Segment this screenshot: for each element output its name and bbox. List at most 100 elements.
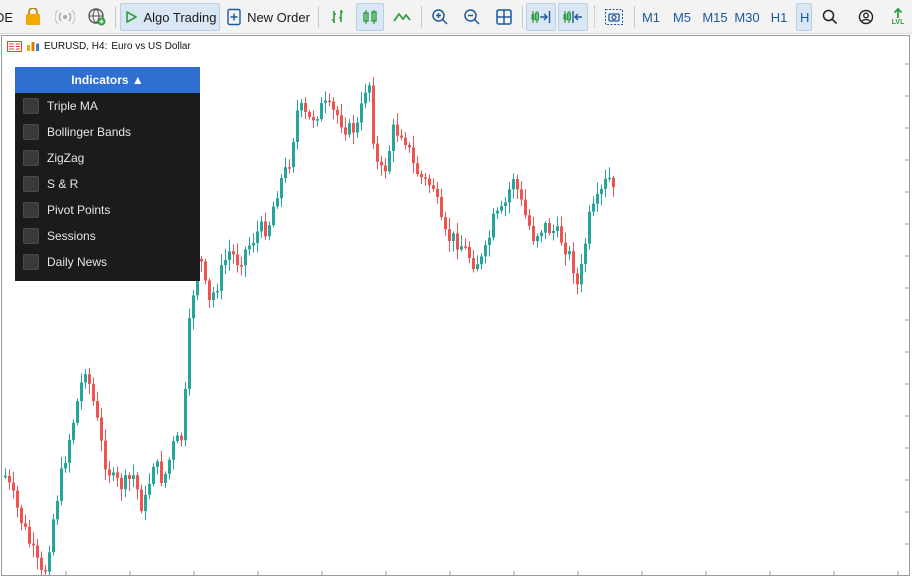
autoscroll-button[interactable] (526, 3, 556, 31)
screenshot-icon (605, 9, 623, 25)
timeframe-m15-button[interactable]: M15 (700, 3, 730, 31)
indicator-item-triple-ma[interactable]: Triple MA (15, 93, 200, 119)
checkbox[interactable] (23, 202, 39, 218)
candle-body (100, 417, 103, 441)
candle-body (304, 103, 307, 113)
indicator-item-sessions[interactable]: Sessions (15, 223, 200, 249)
line-chart-button[interactable] (388, 3, 416, 31)
timeframe-h1-button[interactable]: H1 (766, 3, 792, 31)
vps-button[interactable] (84, 3, 110, 31)
level-icon (893, 7, 903, 18)
candle-body (372, 85, 375, 144)
level-button[interactable]: LVL (886, 3, 910, 31)
signals-button[interactable] (52, 3, 78, 31)
candle-body (600, 188, 603, 195)
toolbar: DE Algo Trading New Order (0, 0, 912, 34)
candle-body (500, 206, 503, 211)
new-order-icon (227, 8, 241, 26)
candle-body (568, 251, 571, 255)
chart-area[interactable]: EURUSD, H4: Euro vs US Dollar Indicators… (1, 35, 910, 576)
checkbox[interactable] (23, 228, 39, 244)
play-icon (125, 11, 137, 23)
timeframe-h4-button[interactable]: H (796, 3, 812, 31)
candle-body (56, 500, 59, 520)
zoom-out-button[interactable] (458, 3, 486, 31)
candle-body (408, 144, 411, 148)
candle-body (276, 198, 279, 207)
checkbox[interactable] (23, 254, 39, 270)
line-chart-icon (393, 13, 411, 22)
screenshot-button[interactable] (600, 3, 628, 31)
indicator-item-zigzag[interactable]: ZigZag (15, 145, 200, 171)
zoom-in-button[interactable] (426, 3, 454, 31)
search-button[interactable] (818, 3, 842, 31)
grid-button[interactable] (490, 3, 518, 31)
indicator-label: Pivot Points (47, 203, 111, 217)
indicator-label: ZigZag (47, 151, 85, 165)
candle-body (512, 179, 515, 190)
search-icon (822, 9, 838, 25)
bag-icon (26, 8, 40, 25)
algo-trading-button[interactable]: Algo Trading (120, 3, 220, 31)
candle-body (488, 237, 491, 246)
candle-body (252, 243, 255, 246)
timeframe-m1-button[interactable]: M1 (638, 3, 664, 31)
timeframe-h1-label: H1 (770, 9, 788, 25)
candle-body (60, 468, 63, 501)
partial-toolbar-button[interactable]: DE (0, 3, 14, 31)
candle-body (388, 150, 391, 172)
candle-body (428, 178, 431, 186)
candle-body (300, 103, 303, 111)
indicators-panel-toggle[interactable]: Indicators ▲ (15, 67, 200, 93)
candle-body (432, 185, 435, 189)
candle-body (612, 177, 615, 188)
indicator-label: Daily News (47, 255, 108, 269)
symbol-menu-icon[interactable] (7, 40, 22, 52)
indicator-item-bollinger-bands[interactable]: Bollinger Bands (15, 119, 200, 145)
candle-body (436, 188, 439, 198)
candle-body (240, 265, 243, 267)
market-button[interactable] (20, 3, 46, 31)
candle-body (164, 473, 167, 483)
checkbox[interactable] (23, 124, 39, 140)
checkbox[interactable] (23, 98, 39, 114)
indicator-item-pivot-points[interactable]: Pivot Points (15, 197, 200, 223)
candle-body (588, 211, 591, 244)
candle-body (268, 225, 271, 237)
candle-body (468, 246, 471, 259)
candle-body (32, 543, 35, 546)
candle-body (44, 569, 47, 572)
candle-body (412, 147, 415, 164)
chart-shift-button[interactable] (558, 3, 588, 31)
candle-body (48, 552, 51, 572)
timeframe-m1-label: M1 (641, 9, 661, 25)
timeframe-m30-button[interactable]: M30 (732, 3, 762, 31)
depth-of-market-icon[interactable] (26, 40, 40, 52)
candle-body (492, 213, 495, 238)
candle-body (552, 230, 555, 234)
candle-body (384, 165, 387, 172)
candle-body (560, 226, 563, 243)
account-button[interactable] (854, 3, 878, 31)
candle-body (260, 221, 263, 232)
candle-body (484, 245, 487, 257)
bar-chart-button[interactable] (324, 3, 352, 31)
indicator-item-daily-news[interactable]: Daily News (15, 249, 200, 275)
candle-body (20, 507, 23, 524)
candle-body (520, 189, 523, 200)
indicator-item-s-and-r[interactable]: S & R (15, 171, 200, 197)
checkbox[interactable] (23, 176, 39, 192)
candle-body (188, 318, 191, 389)
candle-body (140, 489, 143, 512)
candle-body (536, 236, 539, 242)
candlestick-button[interactable] (356, 3, 384, 31)
checkbox[interactable] (23, 150, 39, 166)
indicator-label: Bollinger Bands (47, 125, 132, 139)
candle-body (40, 557, 43, 570)
candle-body (580, 264, 583, 285)
candle-body (340, 115, 343, 128)
timeframe-m5-button[interactable]: M5 (668, 3, 696, 31)
candle-body (120, 477, 123, 490)
candle-body (460, 246, 463, 250)
new-order-button[interactable]: New Order (224, 3, 312, 31)
